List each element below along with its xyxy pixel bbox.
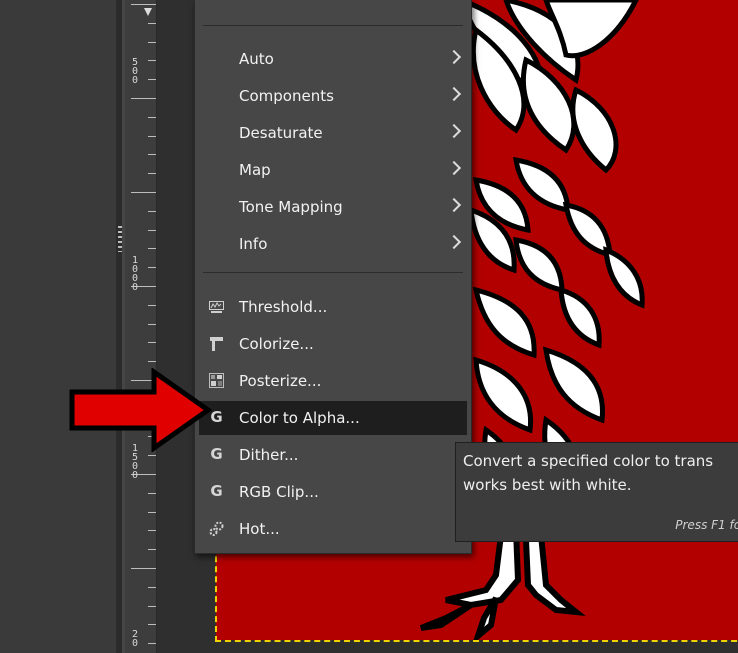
tooltip: Convert a specified color to trans works… xyxy=(455,442,738,542)
ruler-tick xyxy=(148,173,156,174)
ruler-label-1000: 1 0 0 0 xyxy=(131,255,139,293)
ruler-tick xyxy=(148,267,156,268)
menu-item-label: RGB Clip... xyxy=(239,483,319,501)
menu-item-map[interactable]: Map xyxy=(195,153,471,187)
menu-item-rgb-clip[interactable]: G RGB Clip... xyxy=(195,475,471,509)
chevron-right-icon xyxy=(446,86,462,102)
menu-separator xyxy=(203,272,463,273)
ruler-tick xyxy=(148,643,156,644)
menu-item-color-to-alpha[interactable]: G Color to Alpha... xyxy=(199,401,467,435)
ruler-tick xyxy=(148,154,156,155)
menu-item-hot[interactable]: Hot... xyxy=(195,512,471,546)
menu-item-label: Desaturate xyxy=(239,124,323,142)
ruler-pointer-icon xyxy=(144,8,152,16)
dock-resize-grip[interactable] xyxy=(118,226,122,252)
ruler-tick xyxy=(131,192,156,193)
ruler-tick xyxy=(148,624,156,625)
ruler-tick xyxy=(148,493,156,494)
menu-item-label: Components xyxy=(239,87,334,105)
chevron-right-icon xyxy=(446,123,462,139)
ruler-tick xyxy=(148,361,156,362)
ruler-tick xyxy=(131,98,156,99)
menu-item-posterize[interactable]: Posterize... xyxy=(195,364,471,398)
ruler-tick xyxy=(148,117,156,118)
ruler-tick xyxy=(148,549,156,550)
ruler-tick xyxy=(148,136,156,137)
menu-item-label: Tone Mapping xyxy=(239,198,343,216)
menu-item-label: Info xyxy=(239,235,268,253)
red-arrow-icon xyxy=(69,368,212,452)
menu-item-colorize[interactable]: Colorize... xyxy=(195,327,471,361)
menu-item-label: Dither... xyxy=(239,446,299,464)
colorize-icon xyxy=(210,337,223,351)
ruler-tick xyxy=(148,512,156,513)
tooltip-help-hint: Press F1 for xyxy=(675,518,738,532)
menu-item-dither[interactable]: G Dither... xyxy=(195,438,471,472)
ruler-label-2000: 2 0 xyxy=(131,629,139,649)
ruler-label-500: 5 0 0 xyxy=(131,57,139,86)
ruler-tick xyxy=(148,211,156,212)
tooltip-line-2: works best with white. xyxy=(463,476,632,494)
ruler-tick xyxy=(148,324,156,325)
menu-item-desaturate[interactable]: Desaturate xyxy=(195,116,471,150)
dock-separator[interactable] xyxy=(116,0,122,653)
ruler-tick xyxy=(148,530,156,531)
gears-icon xyxy=(209,521,224,536)
ruler-tick xyxy=(148,79,156,80)
ruler-tick xyxy=(148,42,156,43)
menu-item-auto[interactable]: Auto xyxy=(195,42,471,76)
menu-item-label: Threshold... xyxy=(239,298,328,316)
ruler-tick xyxy=(148,248,156,249)
menu-item-label: Map xyxy=(239,161,271,179)
menu-item-threshold[interactable]: Threshold... xyxy=(195,290,471,324)
ruler-tick xyxy=(148,342,156,343)
gegl-icon: G xyxy=(210,482,223,500)
ruler-tick xyxy=(148,305,156,306)
menu-item-label: Hot... xyxy=(239,520,280,538)
ruler-tick xyxy=(148,60,156,61)
ruler-tick xyxy=(131,568,156,569)
menu-item-label: Auto xyxy=(239,50,274,68)
chevron-right-icon xyxy=(446,49,462,65)
menu-item-label: Color to Alpha... xyxy=(239,409,360,427)
colors-menu: Auto Components Desaturate Map Tone Mapp… xyxy=(194,0,472,554)
chevron-right-icon xyxy=(446,197,462,213)
left-dock-panel xyxy=(0,0,116,653)
ruler-tick xyxy=(148,455,156,456)
threshold-icon xyxy=(209,301,224,313)
ruler-tick xyxy=(131,4,156,5)
ruler-tick xyxy=(148,23,156,24)
menu-item-tone-mapping[interactable]: Tone Mapping xyxy=(195,190,471,224)
menu-item-info[interactable]: Info xyxy=(195,227,471,261)
ruler-tick xyxy=(148,587,156,588)
menu-item-components[interactable]: Components xyxy=(195,79,471,113)
menu-separator xyxy=(203,25,463,26)
ruler-tick xyxy=(148,230,156,231)
menu-item-label: Posterize... xyxy=(239,372,322,390)
chevron-right-icon xyxy=(446,160,462,176)
chevron-right-icon xyxy=(446,234,462,250)
menu-item-label: Colorize... xyxy=(239,335,314,353)
tooltip-line-1: Convert a specified color to trans xyxy=(463,452,714,470)
ruler-tick xyxy=(148,606,156,607)
